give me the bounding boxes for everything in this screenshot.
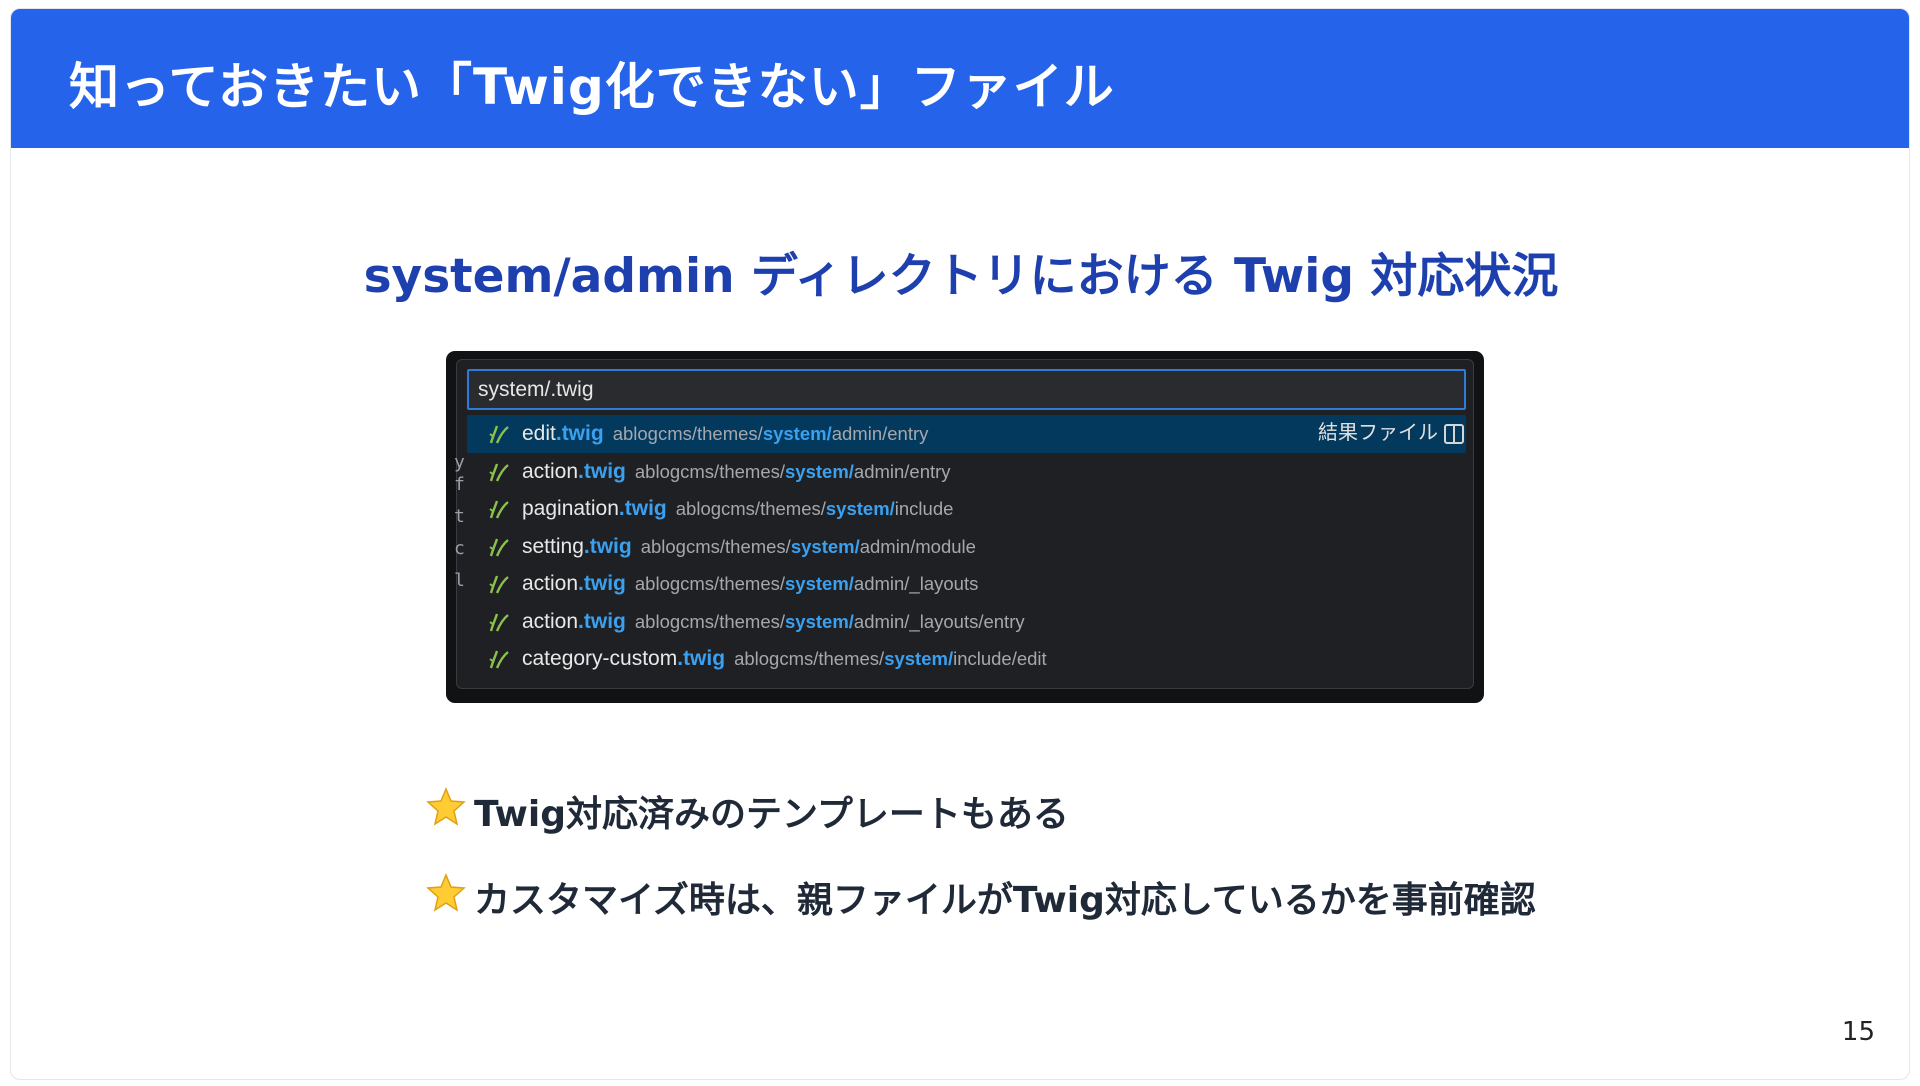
quick-open-result-row[interactable]: action.twig ablogcms/themes/system/admin/… bbox=[467, 453, 1466, 491]
path-match: system/ bbox=[785, 460, 854, 482]
page-number: 15 bbox=[1841, 1017, 1875, 1047]
slide: 知っておきたい「Twig化できない」ファイル system/admin ディレク… bbox=[10, 8, 1910, 1080]
quick-open-panel: y f t c l system/.twig edit.twig ablogcms… bbox=[454, 359, 1474, 689]
quick-open-result-row[interactable]: action.twig ablogcms/themes/system/admin/… bbox=[467, 603, 1466, 641]
path-match: system/ bbox=[884, 648, 954, 669]
quick-open-result-row[interactable]: action.twig ablogcms/themes/system/admin/… bbox=[467, 565, 1466, 603]
result-extension: .twig bbox=[578, 609, 626, 633]
result-meta-label: 結果ファイル bbox=[1318, 422, 1438, 444]
result-file-name: action.twig ablogcms/themes/system/admin/… bbox=[522, 565, 978, 603]
quick-open-result-row[interactable]: edit.twig ablogcms/themes/system/admin/en… bbox=[467, 415, 1466, 453]
path-suffix: admin/_layouts bbox=[853, 573, 979, 594]
path-match: system/ bbox=[790, 535, 860, 557]
slide-header: 知っておきたい「Twig化できない」ファイル bbox=[11, 9, 1909, 148]
result-file-name: action.twig ablogcms/themes/system/admin/… bbox=[522, 453, 951, 491]
star-icon bbox=[426, 873, 466, 912]
path-prefix: ablogcms/themes/ bbox=[634, 610, 785, 632]
twig-file-icon bbox=[489, 463, 509, 481]
path-match: system/ bbox=[825, 498, 895, 519]
quick-open-result-row[interactable]: category-custom.twig ablogcms/themes/syst… bbox=[467, 640, 1466, 678]
path-match: system/ bbox=[785, 573, 854, 594]
path-prefix: ablogcms/themes/ bbox=[612, 423, 763, 444]
editor-gutter-fragment: t bbox=[454, 506, 465, 527]
path-prefix: ablogcms/themes/ bbox=[640, 535, 791, 557]
result-base-name: setting bbox=[522, 534, 584, 558]
result-path: ablogcms/themes/system/admin/entry bbox=[613, 423, 929, 444]
result-path: ablogcms/themes/system/admin/module bbox=[641, 536, 976, 557]
result-file-name: edit.twig ablogcms/themes/system/admin/en… bbox=[522, 415, 928, 453]
result-path: ablogcms/themes/system/include bbox=[676, 498, 954, 519]
path-suffix: admin/module bbox=[859, 535, 976, 557]
path-prefix: ablogcms/themes/ bbox=[634, 460, 785, 482]
path-suffix: admin/_layouts/entry bbox=[853, 610, 1025, 632]
quick-open-screenshot: y f t c l system/.twig edit.twig ablogcms… bbox=[446, 351, 1484, 703]
result-base-name: action bbox=[522, 572, 579, 595]
result-extension: .twig bbox=[578, 572, 626, 595]
result-file-name: pagination.twig ablogcms/themes/system/in… bbox=[522, 490, 953, 528]
result-base-name: edit bbox=[522, 422, 556, 445]
result-path: ablogcms/themes/system/admin/entry bbox=[635, 461, 951, 482]
result-path: ablogcms/themes/system/admin/_layouts bbox=[635, 573, 978, 594]
slide-title: 知っておきたい「Twig化できない」ファイル bbox=[69, 58, 1115, 116]
path-match: system/ bbox=[762, 423, 832, 444]
bullet-text: Twig対応済みのテンプレートもある bbox=[474, 794, 1069, 835]
result-base-name: pagination bbox=[522, 497, 619, 520]
path-match: system/ bbox=[785, 610, 854, 632]
path-prefix: ablogcms/themes/ bbox=[675, 498, 826, 519]
star-icon bbox=[426, 787, 466, 826]
twig-file-icon bbox=[489, 613, 509, 631]
path-prefix: ablogcms/themes/ bbox=[634, 573, 785, 594]
path-suffix: admin/entry bbox=[853, 460, 951, 482]
editor-gutter-fragment: c bbox=[454, 538, 465, 559]
result-base-name: action bbox=[522, 609, 579, 633]
twig-file-icon bbox=[489, 538, 509, 556]
path-suffix: include bbox=[894, 498, 954, 519]
result-extension: .twig bbox=[677, 647, 726, 670]
twig-file-icon bbox=[489, 425, 509, 444]
editor-gutter-fragment: l bbox=[454, 570, 465, 591]
result-file-name: action.twig ablogcms/themes/system/admin/… bbox=[522, 603, 1025, 641]
quick-open-result-row[interactable]: setting.twig ablogcms/themes/system/admin… bbox=[467, 528, 1466, 566]
split-editor-icon[interactable] bbox=[1444, 424, 1464, 444]
result-extension: .twig bbox=[618, 497, 667, 520]
section-heading: system/admin ディレクトリにおける Twig 対応状況 bbox=[363, 249, 1559, 304]
result-path: ablogcms/themes/system/admin/_layouts/en… bbox=[635, 611, 1025, 632]
result-extension: .twig bbox=[583, 534, 632, 558]
twig-file-icon bbox=[489, 650, 509, 669]
result-file-name: category-custom.twig ablogcms/themes/syst… bbox=[522, 640, 1047, 678]
result-base-name: category-custom bbox=[522, 647, 678, 670]
editor-gutter-fragment: f bbox=[454, 474, 465, 495]
twig-file-icon bbox=[489, 575, 509, 594]
result-extension: .twig bbox=[555, 422, 604, 445]
path-prefix: ablogcms/themes/ bbox=[734, 648, 885, 669]
result-path: ablogcms/themes/system/include/edit bbox=[734, 648, 1047, 669]
quick-open-result-row[interactable]: pagination.twig ablogcms/themes/system/in… bbox=[467, 490, 1466, 528]
path-suffix: include/edit bbox=[953, 648, 1047, 669]
twig-file-icon bbox=[489, 500, 509, 519]
result-base-name: action bbox=[522, 459, 579, 483]
result-file-name: setting.twig ablogcms/themes/system/admin… bbox=[522, 528, 976, 566]
path-suffix: admin/entry bbox=[831, 423, 929, 444]
editor-gutter-fragment: y bbox=[454, 452, 465, 473]
quick-open-results: edit.twig ablogcms/themes/system/admin/en… bbox=[467, 415, 1466, 678]
bullet-text: カスタマイズ時は、親ファイルがTwig対応しているかを事前確認 bbox=[474, 880, 1536, 921]
quick-open-search-input[interactable]: system/.twig bbox=[467, 369, 1466, 410]
result-extension: .twig bbox=[578, 459, 626, 483]
